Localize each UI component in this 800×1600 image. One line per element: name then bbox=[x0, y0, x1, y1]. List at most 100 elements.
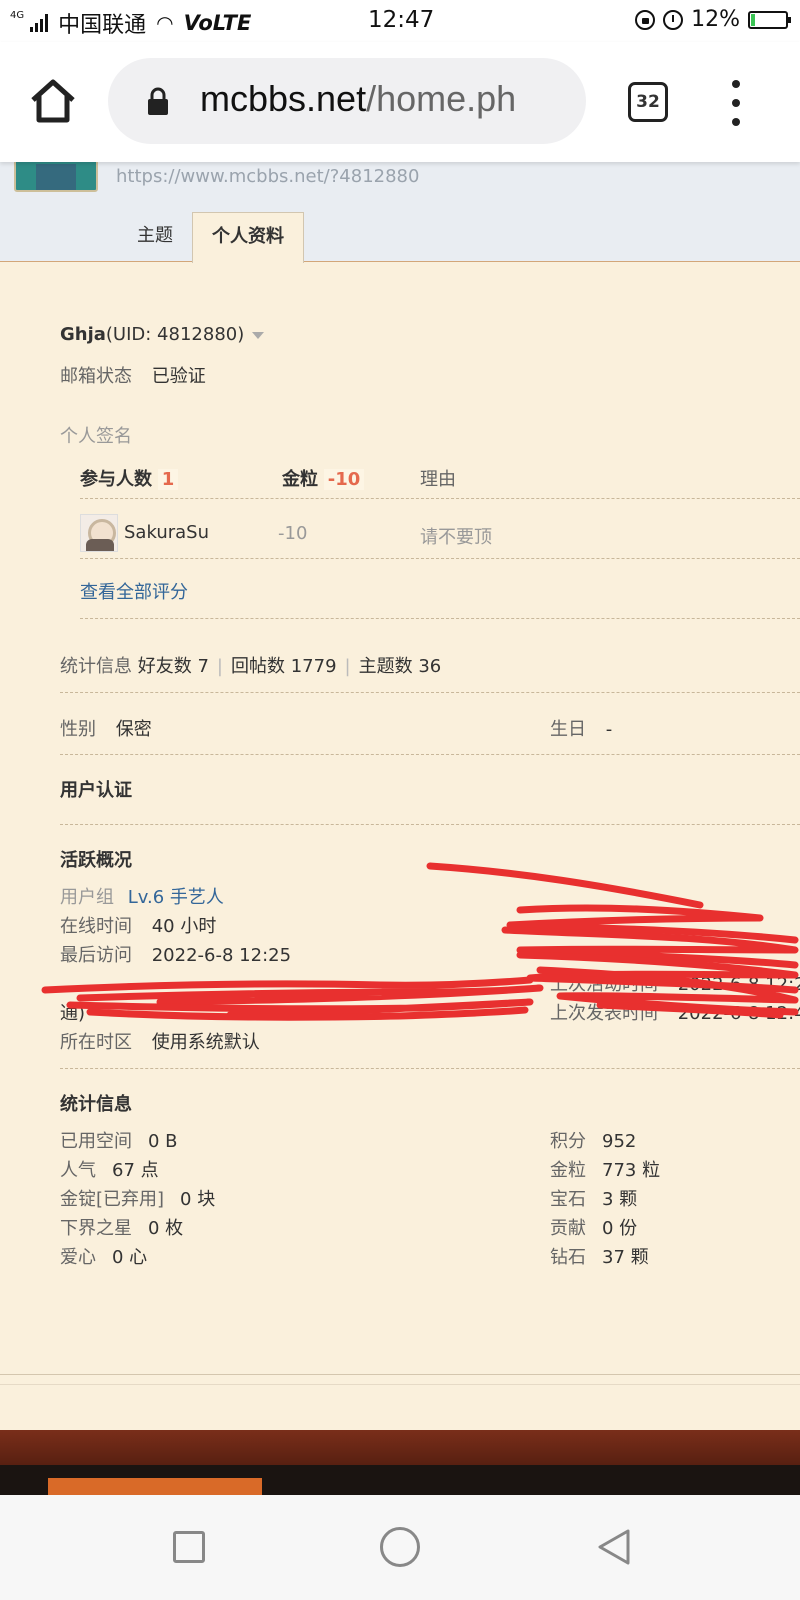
stat-value: 773 粒 bbox=[602, 1160, 661, 1181]
username-row: Ghja(UID: 4812880) bbox=[60, 324, 265, 345]
profile-header: https://www.mcbbs.net/?4812880 主题 个人资料 bbox=[0, 148, 800, 263]
birthday-label: 生日 bbox=[550, 719, 586, 740]
url-path: /home.ph bbox=[366, 78, 517, 119]
stat-item: 钻石 37 颗 bbox=[550, 1243, 649, 1269]
divider bbox=[60, 1068, 800, 1069]
email-row: 邮箱状态 已验证 bbox=[60, 362, 206, 388]
divider bbox=[60, 824, 800, 825]
timezone-label: 所在时区 bbox=[60, 1032, 132, 1053]
rating-gold: 金粒 -10 bbox=[282, 465, 365, 491]
stat-value: 3 颗 bbox=[602, 1189, 638, 1210]
tab-switcher-button[interactable]: 32 bbox=[628, 82, 668, 122]
stat-label: 积分 bbox=[550, 1131, 586, 1152]
stat-value: 37 颗 bbox=[602, 1247, 649, 1268]
stat-item: 爱心 0 心 bbox=[60, 1243, 147, 1269]
last-activity-row: 上次活动时间 2022-6-8 12:2 bbox=[550, 970, 800, 996]
divider bbox=[80, 558, 800, 559]
birthday-row: 生日 - bbox=[550, 715, 612, 741]
back-button-icon[interactable] bbox=[596, 1527, 632, 1567]
threads-count[interactable]: 主题数 36 bbox=[359, 656, 442, 677]
stat-item: 积分 952 bbox=[550, 1127, 636, 1153]
stat-label: 爱心 bbox=[60, 1247, 96, 1268]
friends-count[interactable]: 好友数 7 bbox=[138, 656, 209, 677]
gender-row: 性别 保密 bbox=[60, 715, 152, 741]
divider bbox=[60, 754, 800, 755]
online-time-row: 在线时间 40 小时 bbox=[60, 912, 216, 938]
android-navigation-bar bbox=[0, 1495, 800, 1600]
stat-value: 952 bbox=[602, 1131, 637, 1152]
divider bbox=[0, 1384, 800, 1385]
email-label: 邮箱状态 bbox=[60, 366, 132, 387]
gold-value: -10 bbox=[323, 469, 365, 490]
alarm-icon bbox=[663, 9, 684, 30]
usergroup-value[interactable]: Lv.6 手艺人 bbox=[128, 887, 224, 908]
replies-count[interactable]: 回帖数 1779 bbox=[231, 656, 337, 677]
stat-item: 金粒 773 粒 bbox=[550, 1156, 660, 1182]
space-url[interactable]: https://www.mcbbs.net/?4812880 bbox=[116, 166, 419, 187]
view-all-ratings-link[interactable]: 查看全部评分 bbox=[80, 578, 188, 604]
usergroup-row: 用户组 Lv.6 手艺人 bbox=[60, 883, 224, 909]
stat-label: 钻石 bbox=[550, 1247, 586, 1268]
carrier-name: 中国联通 bbox=[58, 13, 147, 38]
last-post-label: 上次发表时间 bbox=[550, 1003, 658, 1024]
divider bbox=[80, 498, 800, 499]
rater-avatar[interactable] bbox=[80, 514, 118, 552]
home-icon[interactable] bbox=[28, 78, 78, 124]
gold-label: 金粒 bbox=[282, 469, 318, 490]
participants-count: 1 bbox=[157, 469, 179, 490]
url-domain: mcbbs.net bbox=[200, 78, 367, 119]
battery-fill bbox=[751, 13, 756, 26]
divider bbox=[60, 692, 800, 693]
stat-item: 宝石 3 颗 bbox=[550, 1185, 637, 1211]
stats-line-label: 统计信息 bbox=[60, 656, 132, 677]
footer-banner bbox=[48, 1478, 262, 1495]
timezone-value: 使用系统默认 bbox=[151, 1032, 260, 1053]
stat-value: 0 枚 bbox=[148, 1218, 184, 1239]
stat-item: 贡献 0 份 bbox=[550, 1214, 637, 1240]
verification-title: 用户认证 bbox=[60, 780, 132, 801]
rating-reason-header: 理由 bbox=[420, 469, 456, 490]
stat-label: 宝石 bbox=[550, 1189, 586, 1210]
last-visit-label: 最后访问 bbox=[60, 945, 132, 966]
tab-threads[interactable]: 主题 bbox=[118, 212, 192, 262]
stat-label: 下界之星 bbox=[60, 1218, 132, 1239]
rotation-lock-icon bbox=[635, 9, 656, 30]
last-post-row: 上次发表时间 2022-6-8 12:4 bbox=[550, 999, 800, 1025]
chevron-down-icon[interactable] bbox=[252, 331, 265, 339]
gender-value: 保密 bbox=[115, 719, 152, 740]
stat-label: 贡献 bbox=[550, 1218, 586, 1239]
usergroup-label: 用户组 bbox=[60, 887, 114, 908]
address-bar[interactable]: mcbbs.net/home.ph bbox=[108, 58, 586, 144]
stat-item: 金锭[已弃用] 0 块 bbox=[60, 1185, 215, 1211]
tab-profile[interactable]: 个人资料 bbox=[192, 212, 304, 263]
stat-item: 已用空间 0 B bbox=[60, 1127, 178, 1153]
signal-icon bbox=[30, 14, 49, 32]
stat-item: 人气 67 点 bbox=[60, 1156, 159, 1182]
home-button-icon[interactable] bbox=[380, 1527, 420, 1567]
stat-label: 已用空间 bbox=[60, 1131, 132, 1152]
recents-button-icon[interactable] bbox=[173, 1531, 205, 1563]
birthday-value: - bbox=[605, 719, 613, 740]
lock-icon bbox=[148, 87, 168, 115]
stat-item: 下界之星 0 枚 bbox=[60, 1214, 183, 1240]
signal-type-label: 4G bbox=[10, 9, 25, 21]
uid: (UID: 4812880) bbox=[105, 324, 245, 345]
stat-value: 0 份 bbox=[602, 1218, 638, 1239]
last-visit-value: 2022-6-8 12:25 bbox=[151, 945, 292, 966]
rating-entry-user[interactable]: SakuraSu bbox=[80, 514, 209, 552]
clock: 12:47 bbox=[368, 7, 435, 33]
stat-label: 人气 bbox=[60, 1160, 96, 1181]
participants-label: 参与人数 bbox=[80, 469, 152, 490]
divider bbox=[80, 618, 800, 619]
statistics-title: 统计信息 bbox=[60, 1094, 132, 1115]
last-activity-value: 2022-6-8 12:2 bbox=[677, 974, 800, 995]
email-value: 已验证 bbox=[151, 366, 206, 387]
battery-percent: 12% bbox=[691, 7, 740, 32]
stat-value: 0 心 bbox=[112, 1247, 148, 1268]
gender-label: 性别 bbox=[60, 719, 96, 740]
overflow-menu-icon[interactable] bbox=[728, 80, 744, 126]
rater-name[interactable]: SakuraSu bbox=[124, 522, 209, 543]
last-activity-label: 上次活动时间 bbox=[550, 974, 658, 995]
signature-label: 个人签名 bbox=[60, 426, 132, 447]
volte-indicator: VoLTE bbox=[183, 11, 252, 35]
